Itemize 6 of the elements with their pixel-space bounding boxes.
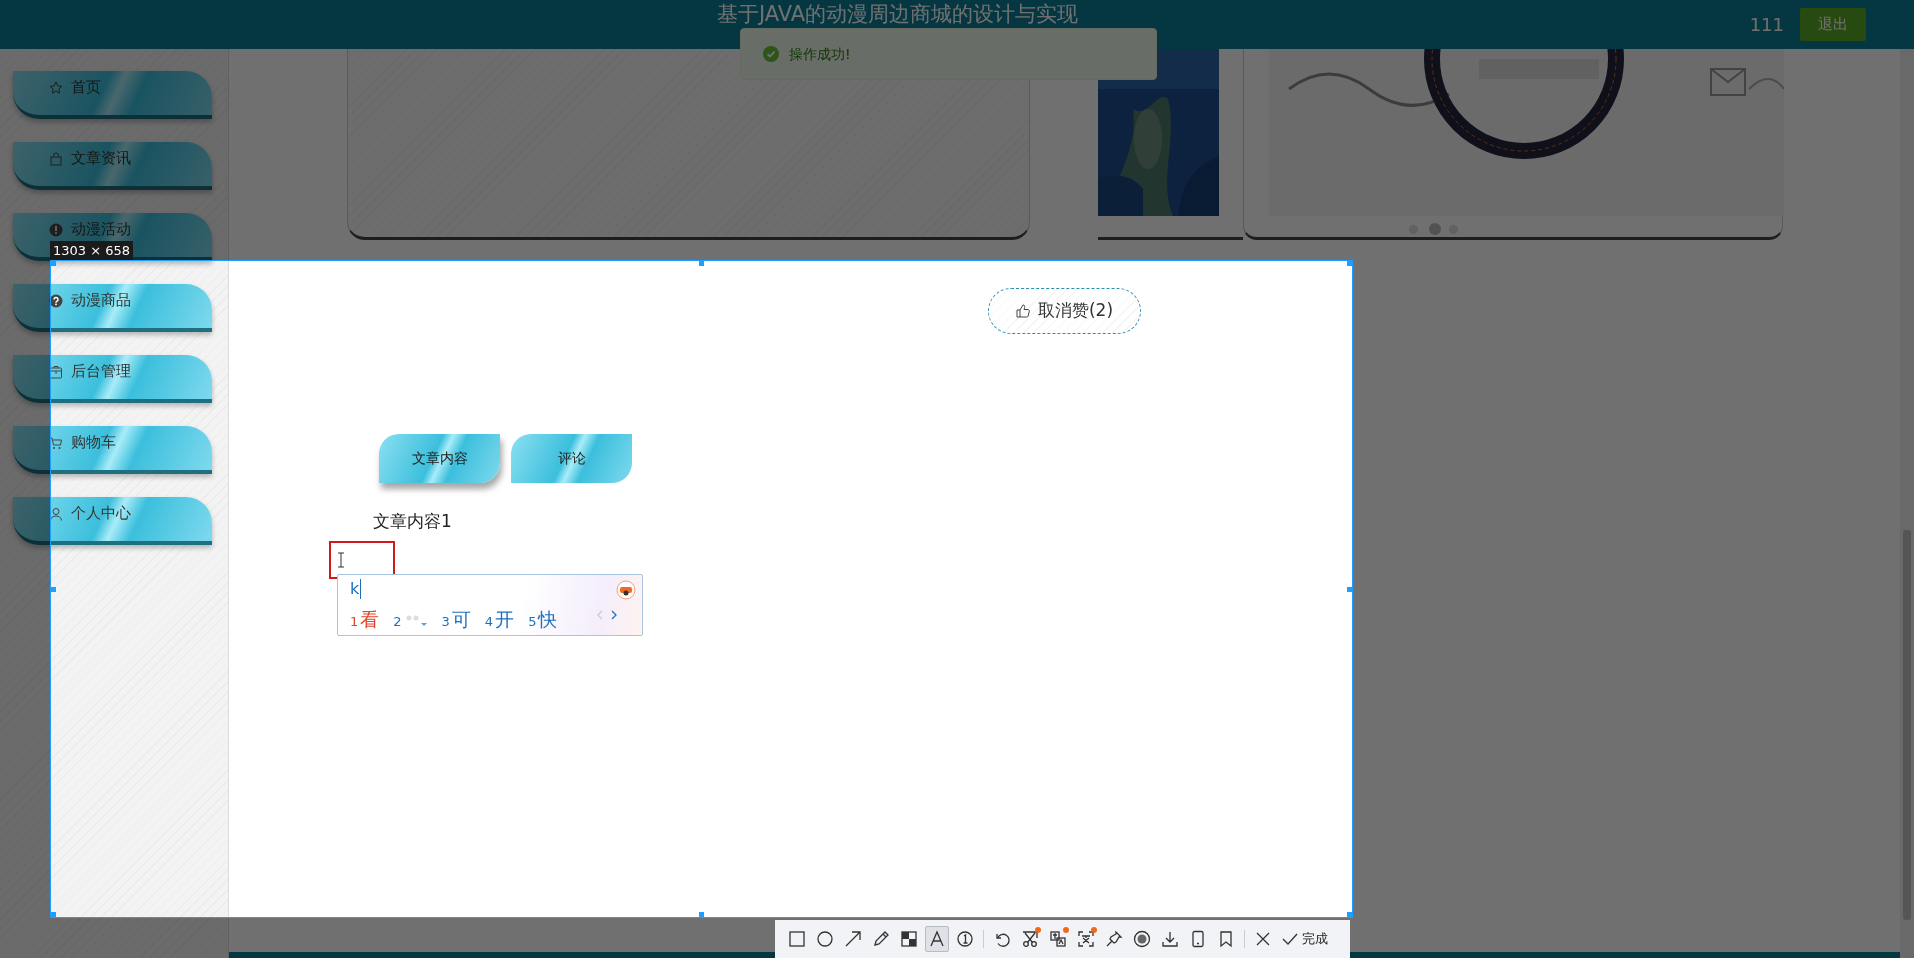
username: 111: [1749, 13, 1784, 37]
article-text: 文章内容1: [373, 511, 453, 531]
page-title: 基于JAVA的动漫周边商城的设计与实现: [717, 2, 1079, 26]
ime-composition: k: [350, 579, 362, 599]
success-toast: 操作成功!: [740, 28, 1157, 80]
selection-size-label: 1303 × 658: [50, 241, 134, 260]
